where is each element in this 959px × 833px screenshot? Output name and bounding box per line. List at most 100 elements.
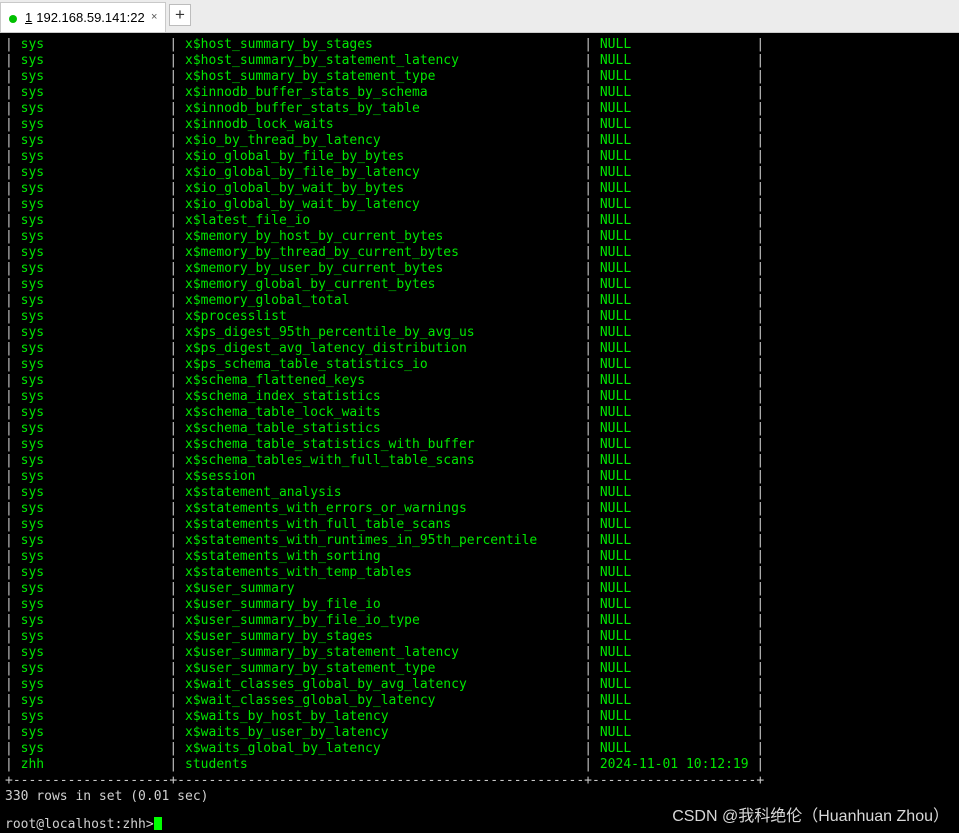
column-separator: | [44, 85, 186, 100]
watermark: CSDN @我科绝伦（Huanhuan Zhou） [672, 808, 949, 825]
table-row: | sys | x$io_by_thread_by_latency | NULL… [5, 133, 764, 149]
table-cell: x$session [185, 469, 256, 484]
column-separator: | [5, 293, 21, 308]
table-row: | sys | x$user_summary_by_statement_late… [5, 645, 764, 661]
table-cell: NULL [599, 645, 632, 660]
column-separator: | [5, 565, 21, 580]
column-separator: | [5, 309, 21, 324]
column-separator: | [5, 501, 21, 516]
column-separator: | [419, 101, 600, 116]
column-separator: | [419, 165, 600, 180]
table-row: | sys | x$wait_classes_global_by_latency… [5, 693, 764, 709]
column-separator: | [631, 181, 765, 196]
column-separator: | [474, 325, 600, 340]
table-row: | sys | x$host_summary_by_statement_type… [5, 69, 764, 85]
column-separator: | [631, 325, 765, 340]
table-cell: x$waits_by_user_by_latency [185, 725, 389, 740]
column-separator: | [631, 245, 765, 260]
table-cell: NULL [599, 437, 632, 452]
table-cell: sys [20, 357, 45, 372]
column-separator: | [341, 485, 600, 500]
table-cell: x$io_global_by_wait_by_bytes [185, 181, 405, 196]
table-cell: sys [20, 309, 45, 324]
table-cell: x$wait_classes_global_by_latency [185, 693, 436, 708]
connection-status-icon [9, 15, 17, 23]
new-tab-button[interactable]: + [169, 4, 191, 26]
table-cell: NULL [599, 661, 632, 676]
table-cell: x$wait_classes_global_by_avg_latency [185, 677, 467, 692]
table-row: | sys | x$memory_by_user_by_current_byte… [5, 261, 764, 277]
column-separator: | [44, 389, 186, 404]
column-separator: | [5, 213, 21, 228]
column-separator: | [5, 101, 21, 116]
table-cell: NULL [599, 261, 632, 276]
column-separator: | [44, 517, 186, 532]
column-separator: | [5, 469, 21, 484]
table-cell: NULL [599, 549, 632, 564]
column-separator: | [5, 373, 21, 388]
column-separator: | [631, 645, 765, 660]
column-separator: | [5, 629, 21, 644]
table-cell: sys [20, 341, 45, 356]
column-separator: | [435, 661, 600, 676]
table-cell: NULL [599, 389, 632, 404]
column-separator: | [44, 357, 186, 372]
column-separator: | [5, 261, 21, 276]
column-separator: | [44, 693, 186, 708]
table-cell: x$schema_table_lock_waits [185, 405, 381, 420]
column-separator: | [44, 117, 186, 132]
table-cell: NULL [599, 293, 632, 308]
column-separator: | [5, 533, 21, 548]
column-separator: | [466, 341, 600, 356]
column-separator: | [631, 693, 765, 708]
table-row: | sys | x$wait_classes_global_by_avg_lat… [5, 677, 764, 693]
table-cell: NULL [599, 501, 632, 516]
table-cell: sys [20, 373, 45, 388]
table-cell: NULL [599, 709, 632, 724]
column-separator: | [458, 645, 600, 660]
text-cursor [153, 817, 162, 830]
table-cell: NULL [599, 149, 632, 164]
column-separator: | [44, 53, 186, 68]
column-separator: | [294, 581, 600, 596]
table-row: | sys | x$memory_global_total | NULL | [5, 293, 764, 309]
tab-host: 192.168.59.141:22 [36, 10, 145, 25]
table-cell: NULL [599, 181, 632, 196]
table-row: | sys | x$user_summary_by_stages | NULL … [5, 629, 764, 645]
column-separator: | [44, 421, 186, 436]
column-separator: | [458, 53, 600, 68]
table-cell: NULL [599, 213, 632, 228]
table-cell: sys [20, 565, 45, 580]
column-separator: | [537, 533, 600, 548]
table-row: | sys | x$io_global_by_file_by_latency |… [5, 165, 764, 181]
column-separator: | [631, 69, 765, 84]
table-row: | sys | x$statement_analysis | NULL | [5, 485, 764, 501]
table-cell: sys [20, 197, 45, 212]
column-separator: | [5, 693, 21, 708]
column-separator: | [631, 309, 765, 324]
table-row: | sys | x$host_summary_by_stages | NULL … [5, 37, 764, 53]
close-icon[interactable]: × [151, 11, 157, 23]
column-separator: | [631, 597, 765, 612]
column-separator: | [435, 69, 600, 84]
table-row: | sys | x$schema_table_statistics | NULL… [5, 421, 764, 437]
table-cell: x$host_summary_by_statement_type [185, 69, 436, 84]
table-row: | sys | x$schema_table_lock_waits | NULL… [5, 405, 764, 421]
table-cell: x$latest_file_io [185, 213, 311, 228]
column-separator: | [631, 357, 765, 372]
session-tab[interactable]: 1 192.168.59.141:22 × [0, 2, 166, 32]
column-separator: | [458, 245, 600, 260]
column-separator: | [44, 549, 186, 564]
table-cell: sys [20, 133, 45, 148]
table-cell: NULL [599, 565, 632, 580]
table-cell: sys [20, 453, 45, 468]
table-cell: sys [20, 485, 45, 500]
table-cell: sys [20, 421, 45, 436]
table-row: | sys | x$io_global_by_file_by_bytes | N… [5, 149, 764, 165]
column-separator: | [5, 149, 21, 164]
column-separator: | [5, 181, 21, 196]
column-separator: | [44, 437, 186, 452]
terminal-output[interactable]: | sys | x$host_summary_by_stages | NULL … [0, 37, 959, 832]
column-separator: | [5, 37, 21, 52]
column-separator: | [310, 213, 600, 228]
